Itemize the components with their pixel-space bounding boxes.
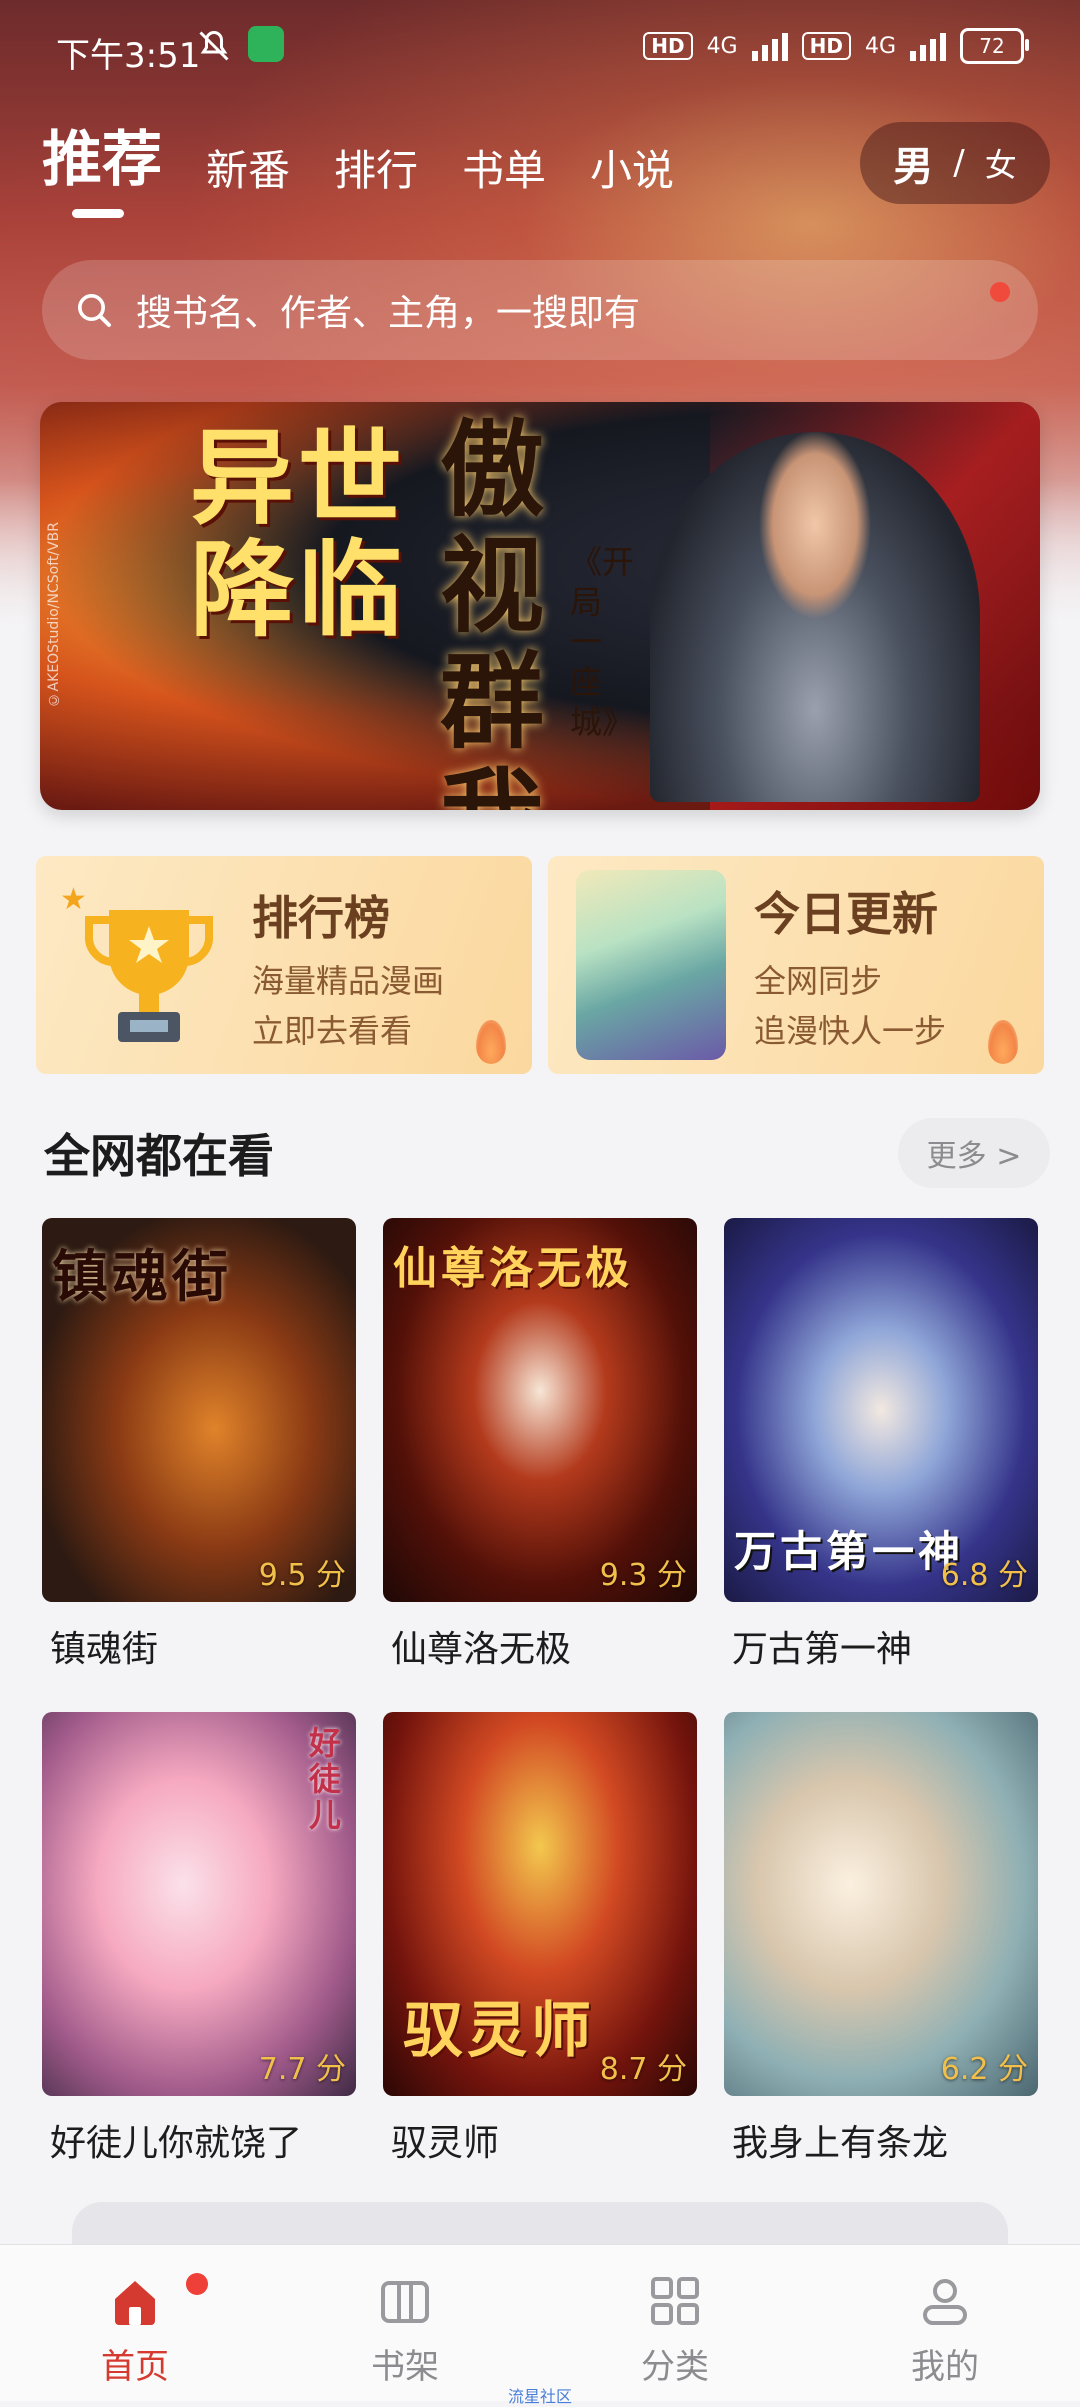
star-icon: ★ xyxy=(60,882,87,917)
nav-category-label: 分类 xyxy=(641,2347,709,2387)
comic-title[interactable]: 我身上有条龙 xyxy=(732,2114,948,2166)
profile-icon xyxy=(923,2279,967,2325)
nav-bookshelf[interactable]: 书架 xyxy=(270,2245,540,2401)
app-notification-icon xyxy=(248,26,284,62)
battery-icon: 72 xyxy=(960,28,1029,64)
comic-score: 9.5 分 xyxy=(258,1558,346,1593)
search-bar[interactable]: 搜书名、作者、主角，一搜即有 xyxy=(42,260,1038,360)
hd-badge: HD xyxy=(801,32,851,60)
gender-separator: / xyxy=(953,143,965,183)
cover-title-art: 万古第一神 xyxy=(734,1527,965,1576)
nav-home-label: 首页 xyxy=(101,2347,169,2387)
notification-dot xyxy=(990,282,1010,302)
comic-cover[interactable]: 6.2 分 xyxy=(724,1712,1038,2096)
ranking-card[interactable]: ★ 排行榜 海量精品漫画 立即去看看 xyxy=(36,856,532,1074)
section-title: 全网都在看 xyxy=(44,1129,274,1183)
comic-cover[interactable]: 好徒儿 7.7 分 xyxy=(42,1712,356,2096)
watermark-text: 流星社区 xyxy=(508,2387,573,2406)
nav-bookshelf-label: 书架 xyxy=(371,2347,439,2387)
nav-home[interactable]: 首页 xyxy=(0,2245,270,2401)
battery-level: 72 xyxy=(979,34,1005,58)
banner-art-character xyxy=(650,432,980,802)
more-button[interactable]: 更多 > xyxy=(898,1118,1050,1188)
flame-icon xyxy=(476,1020,506,1064)
comic-title[interactable]: 好徒儿你就饶了 xyxy=(50,2114,302,2166)
update-cover-image xyxy=(576,870,726,1060)
nav-badge-dot xyxy=(186,2273,208,2295)
banner-credit: ©AKEOStudio/NCSoft/VBR xyxy=(46,522,62,708)
comic-title[interactable]: 镇魂街 xyxy=(50,1620,158,1672)
comic-card[interactable]: 好徒儿 7.7 分 好徒儿你就饶了 xyxy=(42,1712,356,2206)
comic-grid: 镇魂街 9.5 分 镇魂街 仙尊洛无极 9.3 分 仙尊洛无极 万古第一神 6.… xyxy=(42,1218,1042,2206)
ranking-desc-1: 海量精品漫画 xyxy=(252,962,445,1000)
mute-bell-icon xyxy=(199,30,229,61)
comic-card[interactable]: 万古第一神 6.8 分 万古第一神 xyxy=(724,1218,1038,1712)
comic-score: 6.8 分 xyxy=(940,1558,1028,1593)
comic-score: 9.3 分 xyxy=(599,1558,687,1593)
comic-card[interactable]: 6.2 分 我身上有条龙 xyxy=(724,1712,1038,2206)
tab-ranking[interactable]: 排行 xyxy=(334,137,418,218)
search-icon xyxy=(78,294,111,327)
nav-profile[interactable]: 我的 xyxy=(810,2245,1080,2401)
status-indicators: HD 4G HD 4G 72 xyxy=(643,28,1029,64)
comic-score: 7.7 分 xyxy=(258,2052,346,2087)
cover-title-art: 镇魂街 xyxy=(52,1245,232,1310)
comic-card[interactable]: 驭灵师 8.7 分 驭灵师 xyxy=(383,1712,697,2206)
comic-cover[interactable]: 仙尊洛无极 9.3 分 xyxy=(383,1218,697,1602)
update-desc-1: 全网同步 xyxy=(754,962,883,1000)
trophy-icon xyxy=(84,910,214,1042)
tab-recommend[interactable]: 推荐 xyxy=(42,111,162,218)
nav-profile-label: 我的 xyxy=(911,2347,979,2387)
ranking-title: 排行榜 xyxy=(252,891,390,945)
comic-score: 8.7 分 xyxy=(599,2052,687,2087)
gender-male[interactable]: 男 xyxy=(893,134,933,192)
comic-title[interactable]: 万古第一神 xyxy=(732,1620,912,1672)
banner-title-left: 异世降临 xyxy=(190,417,407,651)
update-desc-2: 追漫快人一步 xyxy=(754,1012,947,1050)
gender-female[interactable]: 女 xyxy=(985,140,1017,186)
bookshelf-icon xyxy=(381,2281,429,2323)
signal-icon xyxy=(751,31,788,61)
comic-card[interactable]: 仙尊洛无极 9.3 分 仙尊洛无极 xyxy=(383,1218,697,1712)
category-grid-icon xyxy=(651,2277,699,2325)
hd-badge: HD xyxy=(643,32,693,60)
comic-card[interactable]: 镇魂街 9.5 分 镇魂街 xyxy=(42,1218,356,1712)
bottom-nav: 首页 书架 分类 我的 流星社区 xyxy=(0,2244,1080,2406)
banner-title-right: 傲视群我 xyxy=(440,409,545,810)
tab-new[interactable]: 新番 xyxy=(206,137,290,218)
banner-subtitle: 《开局一座城》 xyxy=(570,543,635,741)
cover-title-art: 仙尊洛无极 xyxy=(393,1243,633,1294)
update-title: 今日更新 xyxy=(754,887,938,941)
comic-score: 6.2 分 xyxy=(940,2052,1028,2087)
comic-cover[interactable]: 镇魂街 9.5 分 xyxy=(42,1218,356,1602)
comic-title[interactable]: 驭灵师 xyxy=(391,2114,499,2166)
comic-cover[interactable]: 万古第一神 6.8 分 xyxy=(724,1218,1038,1602)
promo-banner[interactable]: 异世降临 傲视群我 《开局一座城》 ©AKEOStudio/NCSoft/VBR xyxy=(40,402,1040,810)
home-icon xyxy=(115,2281,155,2325)
tab-booklist[interactable]: 书单 xyxy=(462,137,546,218)
signal-icon xyxy=(910,31,946,61)
nav-category[interactable]: 分类 xyxy=(540,2245,810,2401)
ranking-desc-2: 立即去看看 xyxy=(252,1012,413,1050)
top-tabs: 推荐 新番 排行 书单 小说 xyxy=(42,118,674,218)
network-type: 4G xyxy=(706,33,738,59)
status-time: 下午3:51 xyxy=(56,36,201,76)
search-placeholder: 搜书名、作者、主角，一搜即有 xyxy=(136,293,641,334)
tab-novel[interactable]: 小说 xyxy=(590,137,674,218)
comic-cover[interactable]: 驭灵师 8.7 分 xyxy=(383,1712,697,2096)
flame-icon xyxy=(988,1020,1018,1064)
status-bar: 下午3:51 HD 4G HD 4G 72 xyxy=(0,0,1080,96)
gender-toggle[interactable]: 男 / 女 xyxy=(860,122,1050,204)
cover-title-art: 好徒儿 xyxy=(304,1726,342,1834)
network-type: 4G xyxy=(864,33,896,59)
cover-title-art: 驭灵师 xyxy=(403,1996,595,2066)
today-update-card[interactable]: 今日更新 全网同步 追漫快人一步 xyxy=(548,856,1044,1074)
comic-title[interactable]: 仙尊洛无极 xyxy=(391,1620,571,1672)
